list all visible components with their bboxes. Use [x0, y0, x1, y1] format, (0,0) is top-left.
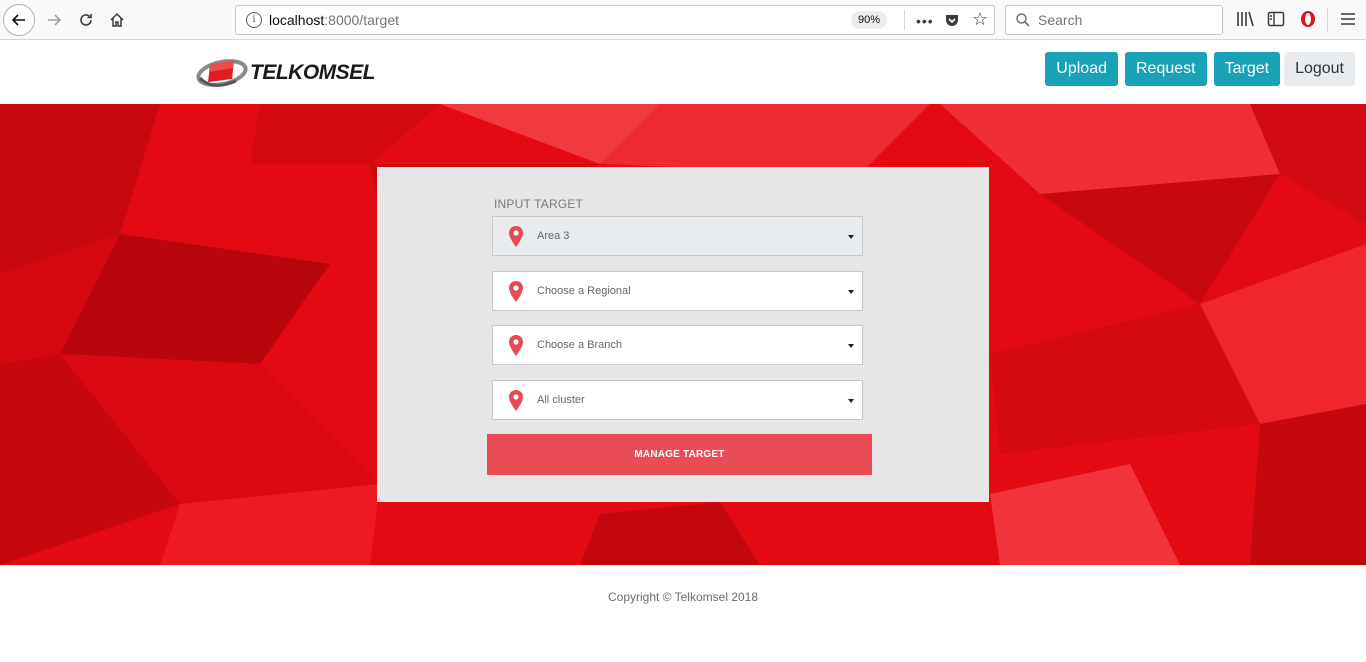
- page-actions-icon[interactable]: •••: [916, 13, 934, 29]
- request-button[interactable]: Request: [1125, 52, 1207, 86]
- cluster-select-value: All cluster: [537, 394, 585, 406]
- location-pin-icon: [509, 281, 523, 302]
- regional-select[interactable]: Choose a Regional: [492, 271, 863, 311]
- input-target-panel: INPUT TARGET Area 3 Choose a Regional Ch…: [377, 167, 989, 502]
- branch-select[interactable]: Choose a Branch: [492, 325, 863, 365]
- cluster-select[interactable]: All cluster: [492, 380, 863, 420]
- back-button[interactable]: [3, 4, 35, 36]
- library-icon[interactable]: [1235, 9, 1255, 29]
- caret-down-icon: [848, 399, 854, 403]
- site-header: TELKOMSEL Upload Request Target Logout: [0, 41, 1366, 104]
- forward-button[interactable]: [38, 4, 70, 36]
- form-label: INPUT TARGET: [494, 197, 584, 211]
- url-path: :8000/target: [324, 12, 399, 28]
- footer: Copyright © Telkomsel 2018: [0, 565, 1366, 662]
- regional-select-value: Choose a Regional: [537, 285, 631, 297]
- url-text: localhost:8000/target: [269, 12, 399, 28]
- telkomsel-logo[interactable]: TELKOMSEL: [196, 51, 376, 95]
- arrow-left-icon: [11, 14, 25, 26]
- hamburger-menu-icon[interactable]: [1338, 9, 1358, 29]
- logo-text: TELKOMSEL: [250, 61, 376, 84]
- bookmark-star-icon[interactable]: ☆: [972, 9, 988, 30]
- sidebar-icon[interactable]: [1266, 9, 1286, 29]
- hero-section: INPUT TARGET Area 3 Choose a Regional Ch…: [0, 104, 1366, 565]
- pocket-icon[interactable]: [944, 12, 960, 28]
- divider: [1327, 8, 1328, 32]
- url-host: localhost: [269, 12, 325, 28]
- search-icon: [1016, 13, 1030, 27]
- caret-down-icon: [848, 235, 854, 239]
- manage-target-button[interactable]: MANAGE TARGET: [487, 434, 872, 475]
- area-select[interactable]: Area 3: [492, 216, 863, 256]
- reload-icon: [80, 14, 92, 26]
- info-icon[interactable]: i: [246, 12, 262, 28]
- search-placeholder: Search: [1038, 12, 1083, 28]
- url-bar[interactable]: i localhost:8000/target 90% ••• ☆: [235, 5, 995, 35]
- caret-down-icon: [848, 344, 854, 348]
- opera-icon[interactable]: [1298, 9, 1318, 29]
- location-pin-icon: [509, 390, 523, 411]
- copyright-text: Copyright © Telkomsel 2018: [607, 590, 759, 604]
- home-icon: [110, 12, 124, 27]
- reload-button[interactable]: [70, 4, 102, 36]
- location-pin-icon: [509, 335, 523, 356]
- arrow-right-icon: [48, 14, 62, 26]
- browser-toolbar: i localhost:8000/target 90% ••• ☆ Search: [0, 0, 1366, 40]
- divider: [904, 10, 905, 30]
- upload-button[interactable]: Upload: [1045, 52, 1118, 86]
- zoom-indicator[interactable]: 90%: [851, 11, 888, 29]
- logout-button[interactable]: Logout: [1284, 52, 1355, 86]
- branch-select-value: Choose a Branch: [537, 339, 622, 351]
- area-select-value: Area 3: [537, 230, 570, 242]
- telkomsel-logo-icon: [196, 59, 248, 87]
- home-button[interactable]: [101, 4, 133, 36]
- search-bar[interactable]: Search: [1005, 5, 1223, 35]
- target-button[interactable]: Target: [1213, 52, 1281, 86]
- main-nav: Upload Request Target Logout: [1038, 52, 1355, 86]
- location-pin-icon: [509, 226, 523, 247]
- caret-down-icon: [848, 290, 854, 294]
